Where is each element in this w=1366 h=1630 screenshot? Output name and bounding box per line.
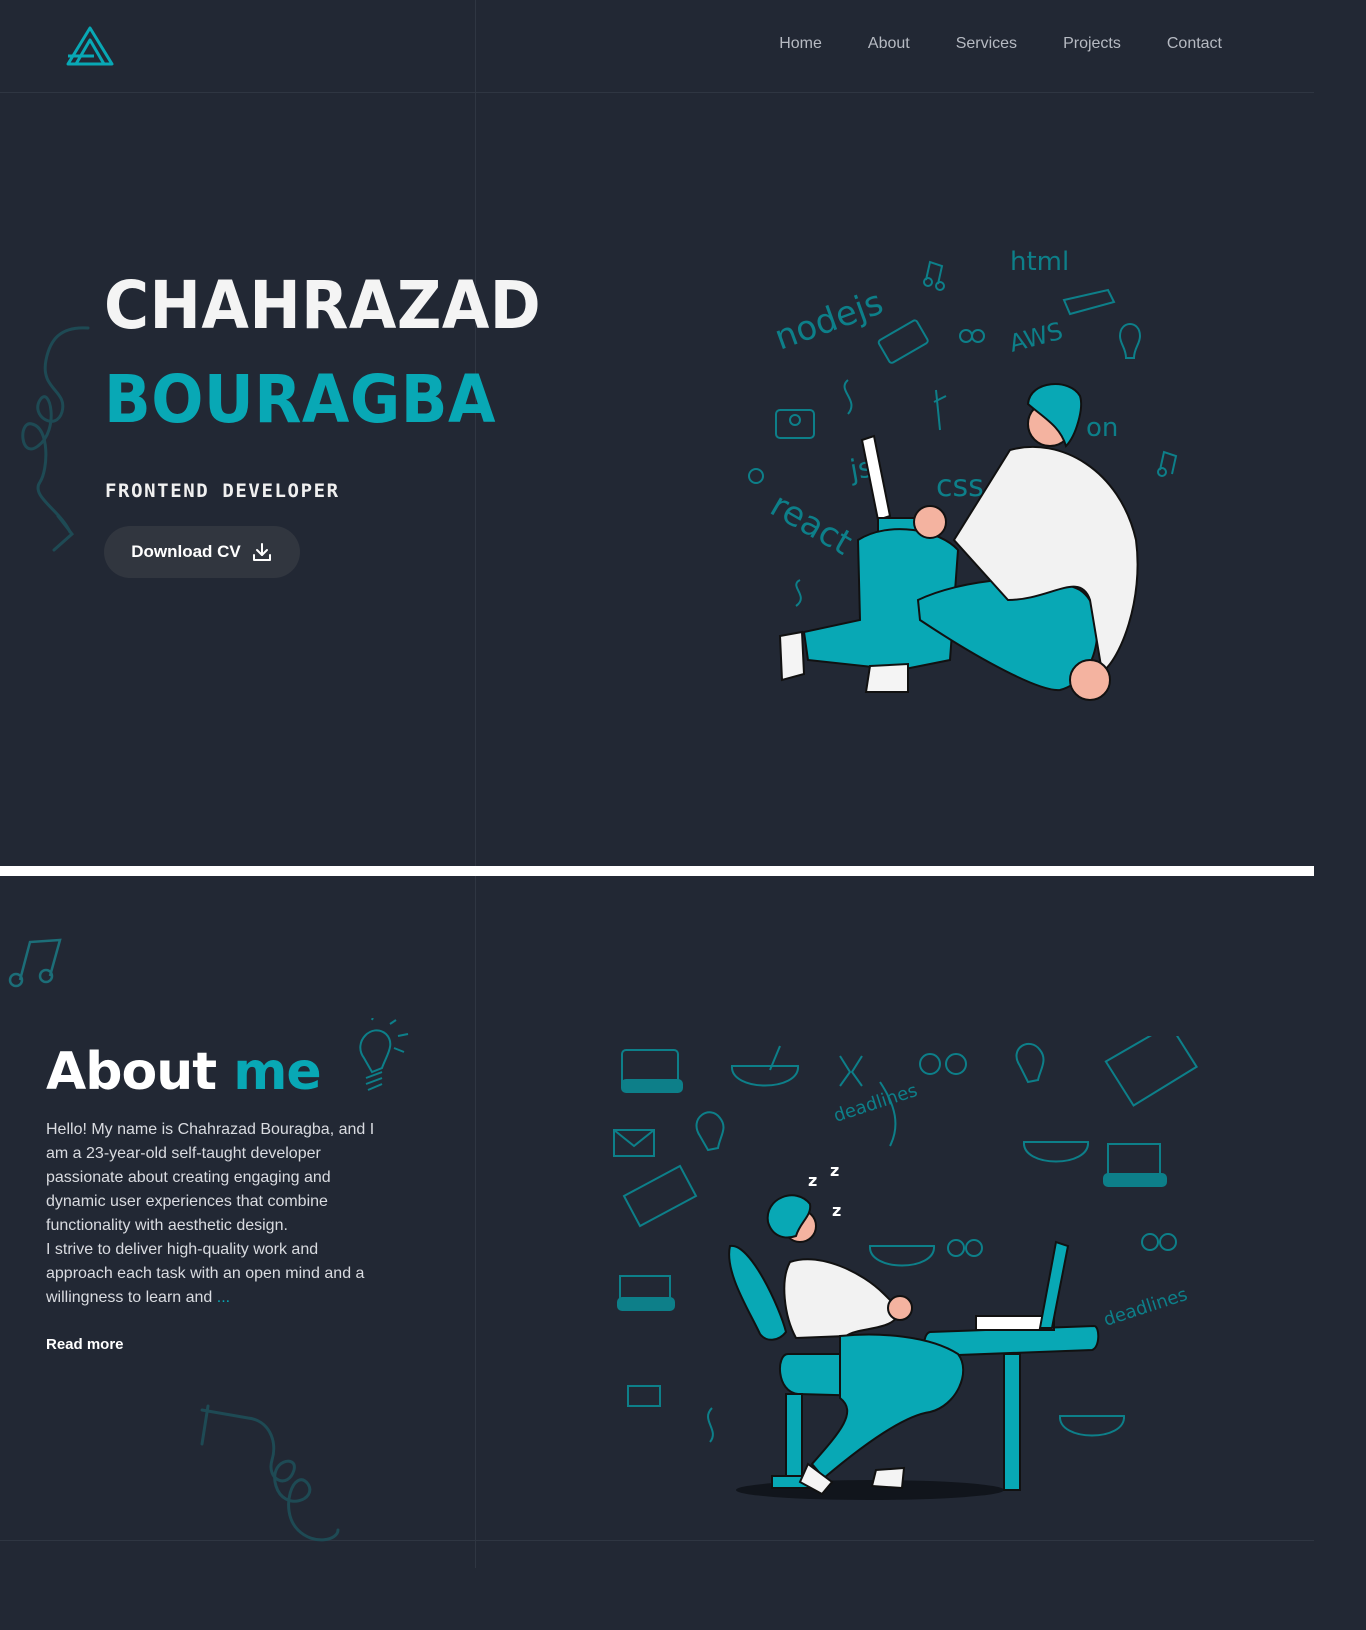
logo-icon[interactable] [64,24,116,70]
about-heading: About me [46,1042,322,1102]
section-separator [0,866,1314,876]
nav-services[interactable]: Services [956,35,1017,53]
arrow-squiggle-doodle [21,326,90,552]
download-cv-button[interactable]: Download CV [104,526,300,578]
doodle-word-deadlines-2: deadlines [1101,1284,1190,1331]
doodle-word-react: react [764,485,859,563]
hero-section: Home About Services Projects Contact CHA… [0,0,1314,866]
doodle-word-nodejs: nodejs [769,283,888,359]
about-description: Hello! My name is Chahrazad Bouragba, an… [46,1118,376,1310]
about-paragraph-2-text: I strive to deliver high-quality work an… [46,1241,365,1306]
header-divider [0,92,1314,93]
doodle-word-deadlines-1: deadlines [831,1080,920,1127]
nav-home[interactable]: Home [779,35,822,53]
last-name-heading: BOURAGBA [104,361,496,438]
doodle-word-aws: AWS [1006,317,1065,358]
nav-about[interactable]: About [868,35,910,53]
doodle-word-on: on [1086,413,1118,443]
nav-contact[interactable]: Contact [1167,35,1222,53]
about-paragraph-1: Hello! My name is Chahrazad Bouragba, an… [46,1121,375,1234]
svg-text:z: z [832,1201,841,1220]
developer-laptop-illustration: nodejs html AWS js css react on [748,247,1178,701]
lightbulb-doodle [359,1018,409,1091]
doodle-word-css: css [936,469,984,504]
sleep-z-icon: zzz [808,1161,841,1220]
nav-projects[interactable]: Projects [1063,35,1121,53]
read-more-link[interactable]: Read more [46,1336,124,1353]
about-heading-accent: me [233,1042,321,1102]
vertical-divider [475,876,476,1568]
download-cv-label: Download CV [131,542,241,561]
download-icon [252,543,271,561]
music-note-doodle [8,938,62,988]
role-subtitle: FRONTEND DEVELOPER [105,480,340,502]
site-header: Home About Services Projects Contact [0,0,1314,92]
doodle-word-html: html [1010,247,1069,277]
first-name-heading: CHAHRAZAD [104,267,542,344]
svg-text:z: z [808,1171,817,1190]
main-nav: Home About Services Projects Contact [779,35,1222,53]
about-ellipsis: ... [212,1289,231,1306]
sleeping-developer-illustration: deadlines deadlines zzz [613,1036,1199,1500]
curl-squiggle-doodle [200,1404,340,1542]
about-paragraph-2: I strive to deliver high-quality work an… [46,1238,376,1310]
about-heading-main: About [46,1042,217,1102]
about-section: About me Hello! My name is Chahrazad Bou… [0,876,1314,1568]
svg-text:z: z [830,1161,839,1180]
